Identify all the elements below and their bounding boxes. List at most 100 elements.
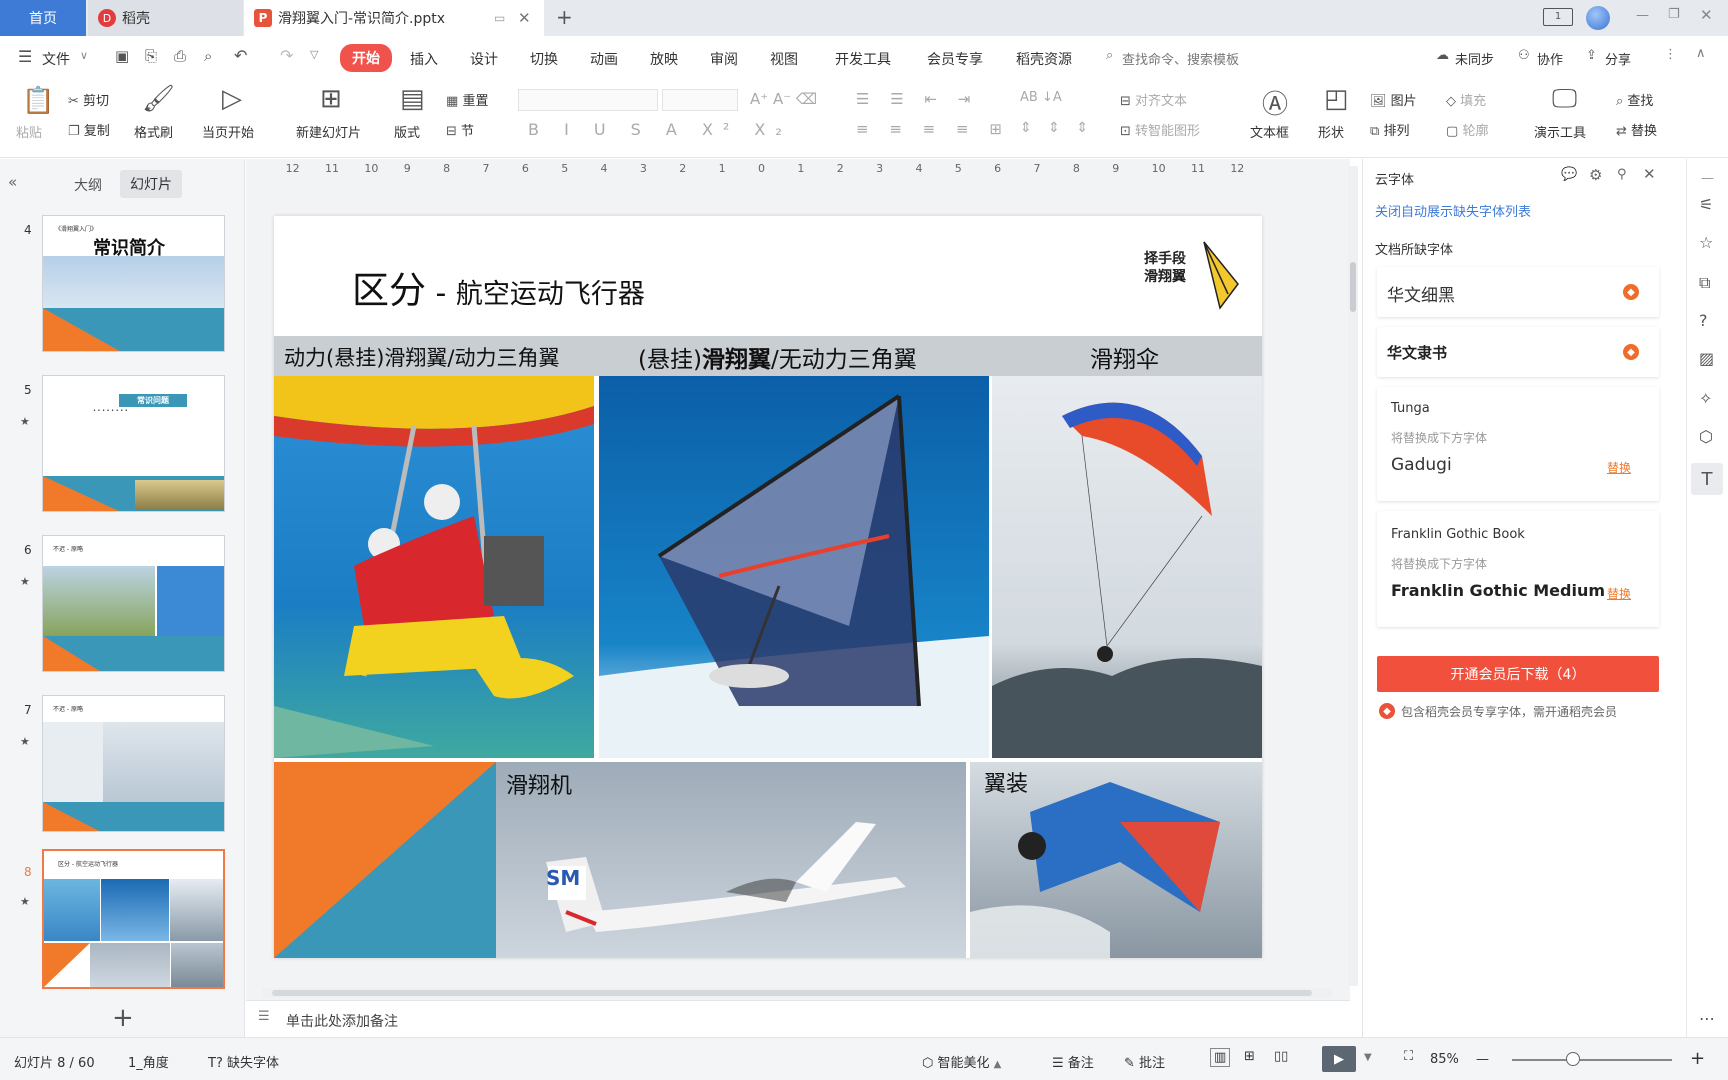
slide-position[interactable]: 幻灯片 8 / 60 — [14, 1052, 95, 1071]
font-family-select[interactable] — [518, 89, 658, 111]
paste-button[interactable]: 粘贴 — [16, 122, 42, 141]
collapse-panel-icon[interactable]: « — [8, 173, 17, 191]
replace-link[interactable]: 替换 — [1607, 585, 1631, 602]
export-pdf-icon[interactable]: ⎘ — [145, 47, 157, 65]
notes-toggle-button[interactable]: ☰ 备注 — [1052, 1052, 1094, 1071]
align-text-button[interactable]: ⊟ 对齐文本 — [1120, 90, 1187, 109]
menu-daoke-resources[interactable]: 稻壳资源 — [1016, 49, 1072, 69]
format-painter-button[interactable]: 格式刷 — [134, 122, 173, 141]
fill-button[interactable]: ◇ 填充 — [1446, 90, 1486, 109]
menu-transition[interactable]: 切换 — [530, 49, 558, 69]
zoom-slider-knob[interactable] — [1565, 1052, 1580, 1066]
menu-member[interactable]: 会员专享 — [927, 49, 983, 69]
cloud-font-icon[interactable]: T — [1691, 463, 1723, 495]
vertical-scrollbar[interactable] — [1348, 166, 1358, 986]
font-item[interactable]: Tunga 将替换成下方字体 Gadugi 替换 — [1377, 387, 1659, 501]
menu-review[interactable]: 审阅 — [710, 49, 738, 69]
fit-window-icon[interactable]: ⛶ — [1404, 1049, 1413, 1064]
smart-art-button[interactable]: ⊡ 转智能图形 — [1120, 120, 1200, 139]
menu-slideshow[interactable]: 放映 — [650, 49, 678, 69]
pin-panel-icon[interactable]: ⚲ — [1617, 167, 1627, 182]
tab-daoke[interactable]: D 稻壳 — [88, 0, 243, 36]
quick-access-more-icon[interactable]: ▽ — [310, 48, 318, 61]
tab-outline[interactable]: 大纲 — [74, 175, 102, 195]
missing-font-button[interactable]: T? 缺失字体 — [208, 1052, 279, 1071]
outline-button[interactable]: ▢ 轮廓 — [1446, 120, 1488, 139]
font-grow-icon[interactable]: A⁺ A⁻ ⌫ — [750, 90, 817, 108]
save-icon[interactable]: ▣ — [115, 47, 129, 65]
adjust-icon[interactable]: ⚟ — [1699, 195, 1713, 214]
find-button[interactable]: ⌕ 查找 — [1616, 90, 1653, 109]
slide-thumbnail-5[interactable]: 常识问题 • • • • • • • • — [42, 375, 225, 512]
menu-file[interactable]: 文件 — [42, 49, 70, 69]
spacing-icons[interactable]: ⇕ ⇕ ⇕ — [1020, 120, 1094, 136]
new-slide-button[interactable]: 新建幻灯片 — [296, 122, 361, 141]
menu-design[interactable]: 设计 — [470, 49, 498, 69]
collapse-ribbon-icon[interactable]: ∧ — [1696, 46, 1706, 61]
menu-view[interactable]: 视图 — [770, 49, 798, 69]
hscroll-thumb[interactable] — [272, 990, 1312, 996]
reading-view-icon[interactable]: ▯▯ — [1274, 1049, 1288, 1064]
slide-thumbnail-7[interactable]: 不迟 - 原略 — [42, 695, 225, 832]
textbox-button[interactable]: 文本框 — [1250, 122, 1289, 141]
avatar[interactable] — [1586, 6, 1610, 30]
play-from-current-button[interactable]: 当页开始 — [202, 122, 254, 141]
zoom-slider[interactable] — [1512, 1059, 1672, 1061]
new-tab-icon[interactable]: + — [556, 5, 573, 29]
chevron-down-icon[interactable]: ▼ — [1364, 1052, 1372, 1063]
hang-glider-photo[interactable] — [599, 376, 989, 758]
print-icon[interactable]: ⎙ — [174, 47, 186, 65]
slide-canvas[interactable]: 区分 - 航空运动飞行器 择手段 滑翔翼 动力(悬挂)滑翔翼/动力三角翼 (悬挂… — [274, 216, 1262, 958]
image-tool-icon[interactable]: ▨ — [1699, 349, 1714, 368]
text-style-icons[interactable]: B I U S A X² X₂ — [528, 120, 792, 139]
list-icons[interactable]: ☰ ☰ ⇤ ⇥ — [856, 90, 978, 108]
collab-button[interactable]: 协作 — [1537, 49, 1563, 68]
menu-animation[interactable]: 动画 — [590, 49, 618, 69]
notes-bar[interactable]: ☰ 单击此处添加备注 — [246, 1000, 1350, 1037]
text-direction-icons[interactable]: AB ↓A — [1020, 90, 1062, 105]
magic-icon[interactable]: ✧ — [1699, 389, 1712, 408]
arrange-button[interactable]: ⧉ 排列 — [1370, 120, 1409, 139]
zoom-level[interactable]: 85% — [1430, 1052, 1459, 1067]
paraglider-photo[interactable] — [992, 376, 1262, 758]
sync-status[interactable]: 未同步 — [1455, 49, 1494, 68]
minimize-icon[interactable]: — — [1636, 8, 1649, 23]
add-slide-icon[interactable]: + — [112, 1003, 134, 1033]
comment-button[interactable]: ✎ 批注 — [1124, 1052, 1165, 1071]
layout-toggle-icon[interactable]: 1 — [1543, 8, 1573, 26]
star-icon[interactable]: ☆ — [1699, 233, 1713, 252]
copy-button[interactable]: ❐ 复制 — [68, 120, 110, 139]
tab-document[interactable]: P 滑翔翼入门-常识简介.pptx ▭ ✕ — [244, 0, 544, 36]
restore-icon[interactable]: ❐ — [1668, 7, 1680, 22]
play-slideshow-icon[interactable]: ▶ — [1322, 1046, 1356, 1072]
more-tools-icon[interactable]: ⋯ — [1699, 1009, 1715, 1028]
slide-thumbnail-6[interactable]: 不迟 - 原略 — [42, 535, 225, 672]
reset-button[interactable]: ▦ 重置 — [446, 90, 488, 109]
tab-slides[interactable]: 幻灯片 — [120, 170, 182, 198]
print-preview-icon[interactable]: ⌕ — [204, 47, 212, 65]
scrollbar-thumb[interactable] — [1350, 262, 1356, 312]
tab-home[interactable]: 首页 — [0, 0, 86, 36]
shape-button[interactable]: 形状 — [1318, 122, 1344, 141]
font-item[interactable]: 华文细黑 ◆ — [1377, 267, 1659, 317]
replace-link[interactable]: 替换 — [1607, 459, 1631, 476]
menu-home[interactable]: 开始 — [340, 44, 392, 72]
replace-button[interactable]: ⇄ 替换 — [1616, 120, 1657, 139]
pin-icon[interactable]: ▭ — [494, 11, 505, 25]
normal-view-icon[interactable]: ▥ — [1210, 1048, 1231, 1067]
powered-trike-photo[interactable] — [274, 376, 594, 758]
share-button[interactable]: 分享 — [1605, 49, 1631, 68]
layout-button[interactable]: 版式 — [394, 122, 420, 141]
smart-beautify-button[interactable]: ⬡ 智能美化 ▲ — [922, 1052, 1001, 1071]
menu-insert[interactable]: 插入 — [410, 49, 438, 69]
hamburger-icon[interactable]: ☰ — [18, 47, 32, 66]
font-size-select[interactable] — [662, 89, 738, 111]
panel-close-icon[interactable]: ✕ — [1643, 165, 1656, 183]
notes-placeholder[interactable]: 单击此处添加备注 — [286, 1011, 398, 1031]
slide-thumbnail-8[interactable]: 区分 - 航空运动飞行器 — [42, 849, 225, 989]
close-auto-show-link[interactable]: 关闭自动展示缺失字体列表 — [1375, 201, 1531, 220]
font-item[interactable]: Franklin Gothic Book 将替换成下方字体 Franklin G… — [1377, 511, 1659, 627]
zoom-in-icon[interactable]: + — [1690, 1048, 1705, 1069]
box-icon[interactable]: ⬡ — [1699, 427, 1713, 446]
settings-gear-icon[interactable]: ⚙ — [1589, 166, 1602, 184]
